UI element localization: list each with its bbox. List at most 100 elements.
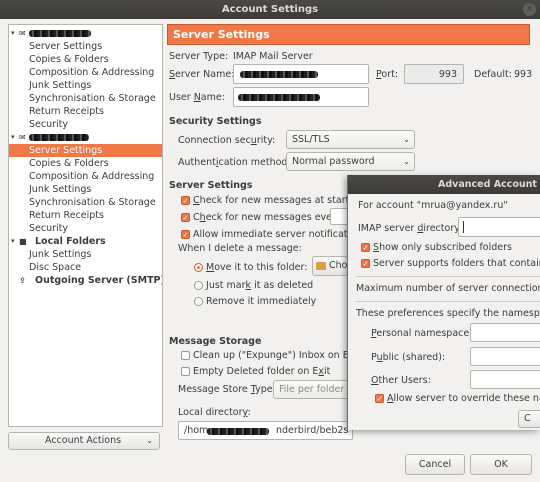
expander-icon[interactable]: ▾ [11, 27, 15, 40]
max-connections-label: Maximum number of server connections to [356, 283, 540, 294]
allow-immediate-checkbox[interactable]: ✓ Allow immediate server notifications [181, 229, 367, 240]
expander-icon[interactable]: ▾ [11, 131, 15, 144]
tree-item[interactable]: Junk Settings [9, 248, 162, 261]
checkbox-checked-icon: ✓ [375, 394, 384, 403]
tree-item[interactable]: Copies & Folders [9, 157, 162, 170]
checkbox-icon [181, 367, 190, 376]
tree-item[interactable]: Junk Settings [9, 183, 162, 196]
remove-immediately-radio[interactable]: Remove it immediately [194, 296, 316, 307]
tree-item-label: Composition & Addressing [29, 67, 155, 78]
advanced-dialog-button[interactable]: C [518, 410, 540, 428]
for-account-text: For account "mrua@yandex.ru" [358, 200, 508, 211]
cancel-label: Cancel [418, 459, 452, 470]
close-icon[interactable]: × [523, 3, 536, 16]
page-title: Server Settings [167, 24, 530, 45]
auth-method-label: Authentication method: [178, 157, 291, 168]
user-name-field[interactable] [233, 87, 369, 107]
account-tree[interactable]: ▾ ✉ Server Settings Copies & Folders Composi… [8, 24, 163, 427]
other-users-field[interactable] [470, 370, 540, 389]
tree-item[interactable]: Security [9, 222, 162, 235]
supports-folders-checkbox[interactable]: ✓ Server supports folders that contain s… [361, 258, 540, 269]
checkbox-checked-icon: ✓ [361, 243, 370, 252]
folder-chooser-button[interactable]: Choo [312, 256, 348, 276]
tree-item[interactable]: Junk Settings [9, 79, 162, 92]
tree-item[interactable]: Return Receipts [9, 105, 162, 118]
tree-item-label: Security [29, 223, 69, 234]
store-type-label: Message Store Type: [178, 384, 276, 395]
tree-item-label: Synchronisation & Storage [29, 93, 156, 104]
personal-namespace-field[interactable] [470, 323, 540, 342]
tree-item[interactable]: Return Receipts [9, 209, 162, 222]
imap-directory-field[interactable] [458, 217, 540, 237]
account-actions-button[interactable]: Account Actions ⌄ [8, 432, 160, 450]
checkbox-checked-icon: ✓ [181, 230, 190, 239]
tree-local-folders[interactable]: ▾ ■ Local Folders [9, 235, 162, 248]
separator [356, 301, 540, 302]
empty-deleted-checkbox[interactable]: Empty Deleted folder on Exit [181, 366, 330, 377]
tree-item[interactable]: Copies & Folders [9, 53, 162, 66]
checkbox-checked-icon: ✓ [181, 196, 190, 205]
tree-item-label: Copies & Folders [29, 158, 109, 169]
clean-up-label: Clean up ("Expunge") Inbox on Exit [193, 350, 361, 361]
default-value: 993 [514, 69, 533, 80]
check-startup-checkbox[interactable]: ✓ Check for new messages at startup [181, 195, 361, 206]
server-settings-heading: Server Settings [169, 180, 253, 191]
server-type-label: Server Type: [169, 51, 229, 62]
port-value: 993 [438, 69, 457, 80]
advanced-dialog-button-label: C [524, 413, 531, 424]
tree-item-label: Return Receipts [29, 106, 104, 117]
tree-item[interactable]: Security [9, 118, 162, 131]
connection-security-select[interactable]: SSL/TLS ⌄ [286, 130, 415, 149]
advanced-account-settings-dialog: Advanced Account Se For account "mrua@ya… [347, 175, 540, 430]
tree-item[interactable]: Server Settings [9, 144, 162, 157]
tree-item[interactable]: Server Settings [9, 40, 162, 53]
server-name-label: Server Name: [169, 69, 235, 80]
public-namespace-label: Public (shared): [371, 352, 446, 363]
move-to-folder-radio[interactable]: Move it to this folder: [194, 262, 307, 273]
tree-item[interactable]: Synchronisation & Storage [9, 92, 162, 105]
public-namespace-field[interactable] [470, 347, 540, 366]
chevron-down-icon: ⌄ [146, 436, 153, 445]
show-subscribed-checkbox[interactable]: ✓ Show only subscribed folders [361, 242, 512, 253]
check-every-checkbox[interactable]: ✓ Check for new messages every [181, 212, 342, 223]
tree-item[interactable]: Disc Space [9, 261, 162, 274]
mail-account-icon: ✉ [19, 29, 26, 38]
radio-icon [194, 281, 203, 290]
ok-label: OK [494, 459, 508, 470]
local-directory-field[interactable]: /hom nderbird/beb2s [178, 421, 353, 440]
folder-chooser-label: Choo [329, 260, 348, 271]
store-type-select[interactable]: File per folder ( [273, 380, 353, 399]
server-name-field[interactable] [233, 64, 369, 84]
tree-item-label: Copies & Folders [29, 54, 109, 65]
tree-account-1[interactable]: ▾ ✉ [9, 27, 162, 40]
empty-deleted-label: Empty Deleted folder on Exit [193, 366, 331, 377]
tree-item[interactable]: Synchronisation & Storage [9, 196, 162, 209]
port-label: Port: [376, 69, 399, 80]
tree-item-label: Disc Space [29, 262, 82, 273]
ok-button[interactable]: OK [470, 454, 532, 475]
show-subscribed-label: Show only subscribed folders [373, 242, 512, 253]
allow-override-checkbox[interactable]: ✓ Allow server to override these name [375, 393, 540, 404]
cancel-button[interactable]: Cancel [405, 454, 465, 475]
tree-item[interactable]: Composition & Addressing [9, 66, 162, 79]
message-storage-heading: Message Storage [169, 336, 262, 347]
just-mark-radio[interactable]: Just mark it as deleted [194, 280, 313, 291]
mail-account-icon: ✉ [19, 133, 26, 142]
tree-outgoing-server-label: Outgoing Server (SMTP) [35, 275, 163, 286]
tree-account-2[interactable]: ▾ ✉ [9, 131, 162, 144]
expander-icon[interactable]: ▾ [11, 235, 15, 248]
auth-method-select[interactable]: Normal password ⌄ [286, 152, 415, 171]
tree-item[interactable]: Composition & Addressing [9, 170, 162, 183]
chevron-down-icon: ⌄ [403, 157, 410, 166]
outgoing-server-icon: ⇪ [19, 276, 26, 285]
clean-up-checkbox[interactable]: Clean up ("Expunge") Inbox on Exit [181, 350, 361, 361]
folder-icon [316, 261, 326, 270]
port-field[interactable]: 993 [404, 64, 464, 84]
remove-immediately-label: Remove it immediately [206, 296, 317, 307]
local-folders-icon: ■ [19, 237, 27, 246]
tree-outgoing-server[interactable]: ⇪ Outgoing Server (SMTP) [9, 274, 162, 287]
tree-item-label: Composition & Addressing [29, 171, 155, 182]
tree-item-label: Security [29, 119, 69, 130]
tree-item-label: Synchronisation & Storage [29, 197, 156, 208]
tree-item-label: Server Settings [29, 41, 103, 52]
